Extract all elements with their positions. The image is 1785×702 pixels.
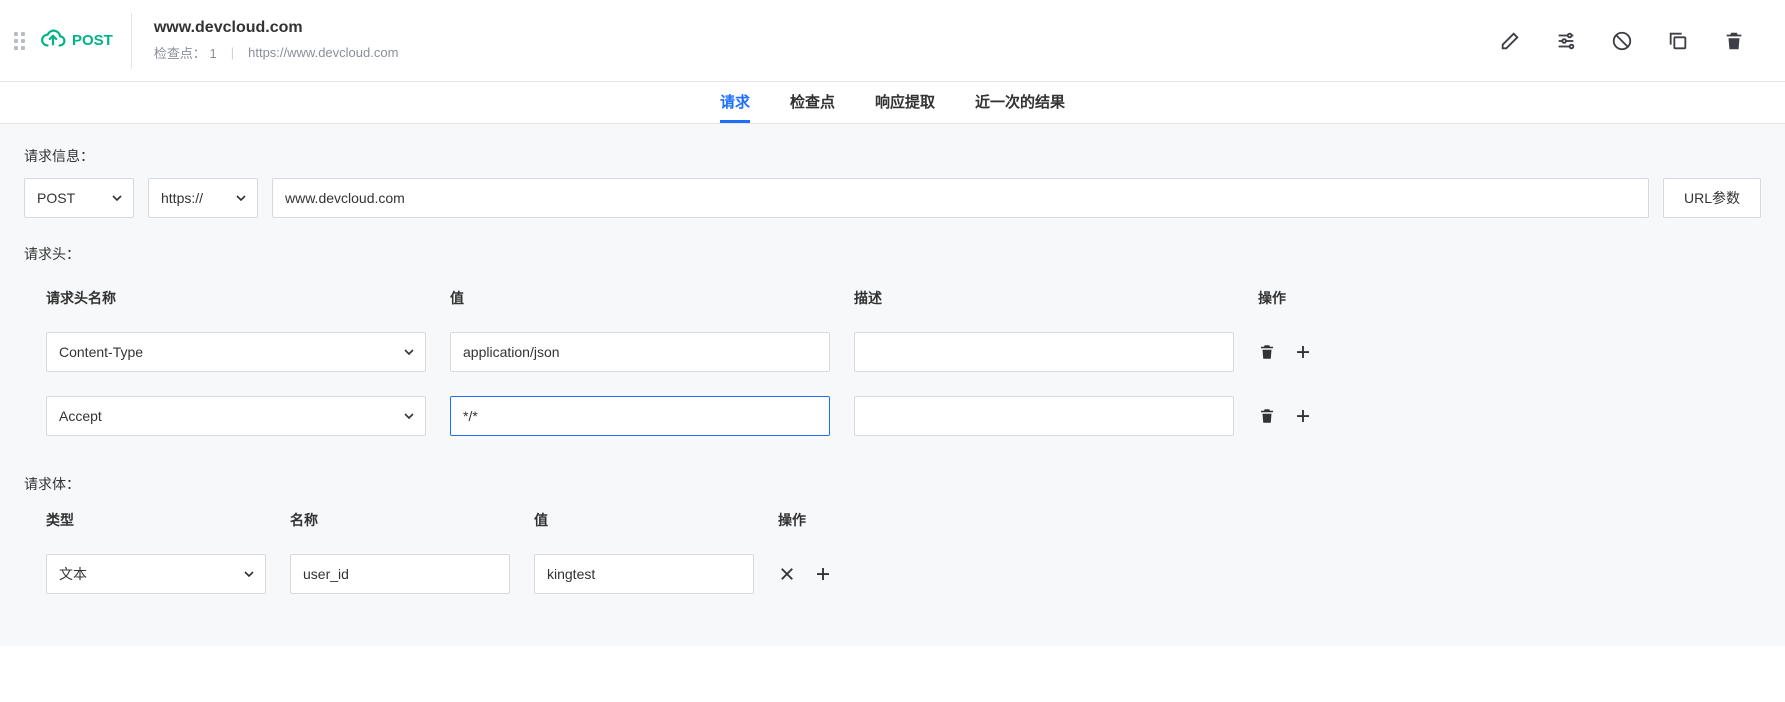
request-url-text: https://www.devcloud.com bbox=[248, 45, 398, 60]
body-table-head: 类型 名称 值 操作 bbox=[46, 506, 1745, 542]
body-table-row: 文本 user_id kingtest bbox=[46, 542, 1745, 606]
header-name-select[interactable]: Content-Type bbox=[46, 332, 426, 372]
headers-col-ops: 操作 bbox=[1258, 288, 1745, 308]
method-select[interactable]: POST bbox=[24, 178, 134, 218]
body-col-name: 名称 bbox=[290, 510, 510, 530]
body-col-type: 类型 bbox=[46, 510, 266, 530]
headers-col-name: 请求头名称 bbox=[46, 288, 426, 308]
add-row-icon[interactable] bbox=[1294, 343, 1312, 361]
drag-handle-icon[interactable] bbox=[14, 32, 32, 50]
chevron-down-icon bbox=[403, 410, 415, 422]
header-value-input[interactable]: application/json bbox=[450, 332, 830, 372]
header-name-value: Accept bbox=[59, 408, 102, 424]
headers-table-row: Content-Type application/json bbox=[46, 320, 1745, 384]
protocol-select-value: https:// bbox=[161, 190, 203, 206]
body-type-value: 文本 bbox=[59, 564, 87, 584]
chevron-down-icon bbox=[235, 192, 247, 204]
settings-sliders-icon[interactable] bbox=[1555, 30, 1577, 52]
add-row-icon[interactable] bbox=[814, 565, 832, 583]
method-text: POST bbox=[72, 32, 113, 49]
delete-row-icon[interactable] bbox=[1258, 343, 1276, 361]
method-select-value: POST bbox=[37, 190, 75, 206]
method-badge: POST bbox=[40, 13, 132, 69]
headers-col-desc: 描述 bbox=[854, 288, 1234, 308]
page-subinfo: 检查点： 1 | https://www.devcloud.com bbox=[154, 43, 1499, 62]
header-desc-input[interactable] bbox=[854, 332, 1234, 372]
checkpoints-count: 1 bbox=[209, 46, 216, 61]
add-row-icon[interactable] bbox=[1294, 407, 1312, 425]
tab-checkpoint[interactable]: 检查点 bbox=[790, 82, 835, 123]
section-label-request-info: 请求信息： bbox=[24, 146, 1761, 166]
tab-request[interactable]: 请求 bbox=[720, 82, 750, 123]
header-value-input[interactable]: */* bbox=[450, 396, 830, 436]
chevron-down-icon bbox=[111, 192, 123, 204]
protocol-select[interactable]: https:// bbox=[148, 178, 258, 218]
edit-icon[interactable] bbox=[1499, 30, 1521, 52]
header-name-select[interactable]: Accept bbox=[46, 396, 426, 436]
headers-table: 请求头名称 值 描述 操作 Content-Type application/j… bbox=[24, 276, 1761, 452]
tab-last-result[interactable]: 近一次的结果 bbox=[975, 82, 1065, 123]
topbar-main: www.devcloud.com 检查点： 1 | https://www.de… bbox=[132, 19, 1499, 62]
header-desc-input[interactable] bbox=[854, 396, 1234, 436]
cloud-upload-icon bbox=[40, 26, 66, 56]
topbar-actions bbox=[1499, 30, 1785, 52]
request-line: POST https:// www.devcloud.com URL参数 bbox=[24, 178, 1761, 218]
vertical-divider-icon: | bbox=[231, 45, 234, 60]
body-value-input[interactable]: kingtest bbox=[534, 554, 754, 594]
tab-response-extract[interactable]: 响应提取 bbox=[875, 82, 935, 123]
checkpoints-label: 检查点： bbox=[154, 46, 206, 61]
tab-row: 请求 检查点 响应提取 近一次的结果 bbox=[0, 82, 1785, 124]
chevron-down-icon bbox=[403, 346, 415, 358]
body-col-ops: 操作 bbox=[778, 510, 1745, 530]
body-name-input[interactable]: user_id bbox=[290, 554, 510, 594]
url-input[interactable]: www.devcloud.com bbox=[272, 178, 1649, 218]
chevron-down-icon bbox=[243, 568, 255, 580]
content-panel: 请求信息： POST https:// www.devcloud.com URL… bbox=[0, 124, 1785, 646]
page-title: www.devcloud.com bbox=[154, 19, 1499, 37]
delete-icon[interactable] bbox=[1723, 30, 1745, 52]
headers-col-value: 值 bbox=[450, 288, 830, 308]
header-name-value: Content-Type bbox=[59, 344, 143, 360]
headers-table-row: Accept */* bbox=[46, 384, 1745, 448]
section-label-request-headers: 请求头： bbox=[24, 244, 1761, 264]
body-table: 类型 名称 值 操作 文本 user_id kingtest bbox=[24, 506, 1761, 606]
section-label-request-body: 请求体： bbox=[24, 474, 1761, 494]
url-params-button[interactable]: URL参数 bbox=[1663, 178, 1761, 218]
disable-icon[interactable] bbox=[1611, 30, 1633, 52]
delete-row-icon[interactable] bbox=[1258, 407, 1276, 425]
body-type-select[interactable]: 文本 bbox=[46, 554, 266, 594]
body-col-value: 值 bbox=[534, 510, 754, 530]
headers-table-head: 请求头名称 值 描述 操作 bbox=[46, 276, 1745, 320]
topbar: POST www.devcloud.com 检查点： 1 | https://w… bbox=[0, 0, 1785, 82]
remove-row-icon[interactable] bbox=[778, 565, 796, 583]
copy-icon[interactable] bbox=[1667, 30, 1689, 52]
